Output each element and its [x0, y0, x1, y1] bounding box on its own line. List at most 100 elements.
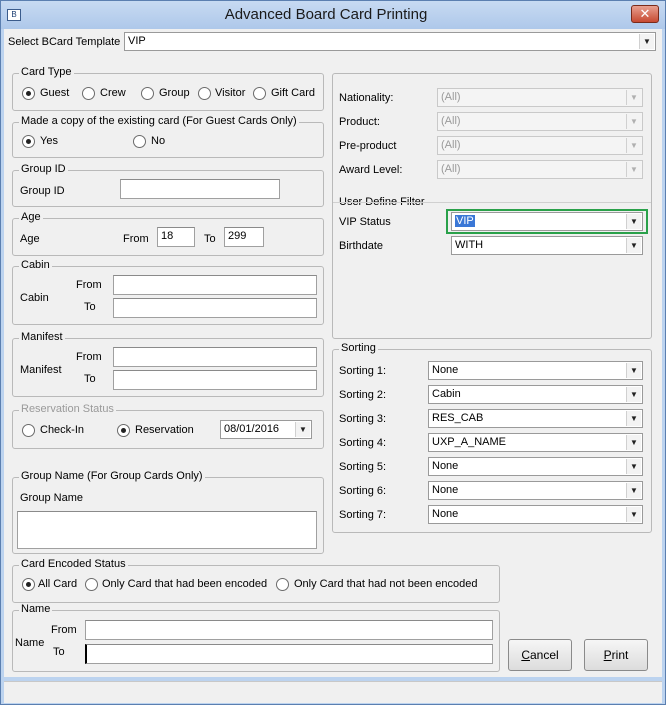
radio-visitor[interactable] — [198, 87, 211, 100]
chevron-down-icon[interactable]: ▼ — [626, 138, 641, 153]
sorting-3-label: Sorting 3: — [339, 413, 387, 425]
pre-product-value: (All) — [441, 139, 461, 151]
product-select[interactable]: (All) ▼ — [437, 112, 643, 131]
reservation-status-title: Reservation Status — [19, 403, 116, 415]
cancel-button[interactable]: Cancel — [508, 639, 572, 671]
manifest-from-input[interactable] — [113, 347, 317, 367]
chevron-down-icon[interactable]: ▼ — [626, 507, 641, 522]
radio-encoded[interactable] — [85, 578, 98, 591]
name-from-input[interactable] — [85, 620, 493, 640]
group-name-input[interactable] — [17, 511, 317, 549]
reservation-date-value: 08/01/2016 — [224, 423, 280, 435]
cabin-to-input[interactable] — [113, 298, 317, 318]
close-button[interactable]: ✕ — [631, 5, 659, 23]
name-label: Name — [15, 637, 45, 649]
sorting-7-label: Sorting 7: — [339, 509, 387, 521]
cabin-to-label: To — [84, 301, 96, 313]
chevron-down-icon[interactable]: ▼ — [626, 459, 641, 474]
title-bar[interactable]: B Advanced Board Card Printing ✕ — [1, 1, 665, 29]
chevron-down-icon[interactable]: ▼ — [626, 90, 641, 105]
radio-all-card[interactable] — [22, 578, 35, 591]
sorting-2-value: Cabin — [432, 388, 461, 400]
chevron-down-icon[interactable]: ▼ — [626, 114, 641, 129]
sorting-2-select[interactable]: Cabin ▼ — [428, 385, 643, 404]
reservation-date-picker[interactable]: 08/01/2016 ▼ — [220, 420, 312, 439]
sorting-5-value: None — [432, 460, 459, 472]
radio-visitor-label: Visitor — [215, 87, 246, 99]
encoded-status-group: Card Encoded Status All Card Only Card t… — [12, 558, 500, 603]
birthdate-label: Birthdate — [339, 240, 384, 252]
age-from-label: From — [123, 233, 149, 245]
print-button[interactable]: Print — [584, 639, 648, 671]
cabin-from-label: From — [76, 279, 102, 291]
radio-group-label: Group — [159, 87, 190, 99]
chevron-down-icon[interactable]: ▼ — [639, 34, 654, 49]
age-group: Age Age From 18 To 299 — [12, 211, 324, 256]
user-define-divider — [333, 202, 651, 203]
sorting-5-select[interactable]: None ▼ — [428, 457, 643, 476]
sorting-3-select[interactable]: RES_CAB ▼ — [428, 409, 643, 428]
sorting-2-label: Sorting 2: — [339, 389, 387, 401]
radio-not-encoded-label: Only Card that had not been encoded — [294, 578, 478, 590]
encoded-status-title: Card Encoded Status — [19, 558, 128, 570]
radio-encoded-label: Only Card that had been encoded — [102, 578, 268, 590]
birthdate-select[interactable]: WITH ▼ — [451, 236, 643, 255]
group-name-label: Group Name — [20, 492, 83, 504]
template-select[interactable]: VIP ▼ — [124, 32, 656, 51]
chevron-down-icon[interactable]: ▼ — [626, 238, 641, 253]
manifest-group: Manifest Manifest From To — [12, 331, 324, 397]
award-level-value: (All) — [441, 163, 461, 175]
sorting-7-select[interactable]: None ▼ — [428, 505, 643, 524]
chevron-down-icon[interactable]: ▼ — [626, 214, 641, 229]
chevron-down-icon[interactable]: ▼ — [626, 387, 641, 402]
radio-group[interactable] — [141, 87, 154, 100]
manifest-to-input[interactable] — [113, 370, 317, 390]
radio-not-encoded[interactable] — [276, 578, 289, 591]
radio-crew-label: Crew — [100, 87, 126, 99]
nationality-select[interactable]: (All) ▼ — [437, 88, 643, 107]
chevron-down-icon[interactable]: ▼ — [626, 411, 641, 426]
age-from-input[interactable]: 18 — [157, 227, 195, 247]
template-value: VIP — [128, 35, 146, 47]
product-label: Product: — [339, 116, 380, 128]
nationality-label: Nationality: — [339, 92, 394, 104]
pre-product-label: Pre-product — [339, 140, 397, 152]
chevron-down-icon[interactable]: ▼ — [626, 483, 641, 498]
sorting-1-select[interactable]: None ▼ — [428, 361, 643, 380]
name-group: Name Name From To — [12, 603, 500, 672]
radio-copy-no[interactable] — [133, 135, 146, 148]
age-title: Age — [19, 211, 43, 223]
sorting-6-value: None — [432, 484, 459, 496]
age-to-input[interactable]: 299 — [224, 227, 264, 247]
dialog-body: Select BCard Template VIP ▼ Card Type Gu… — [4, 29, 662, 677]
copy-card-group: Made a copy of the existing card (For Gu… — [12, 115, 324, 158]
cabin-group: Cabin Cabin From To — [12, 259, 324, 325]
radio-check-in[interactable] — [22, 424, 35, 437]
radio-all-card-label: All Card — [38, 578, 78, 590]
chevron-down-icon[interactable]: ▼ — [626, 363, 641, 378]
window-title: Advanced Board Card Printing — [224, 6, 428, 23]
sorting-4-select[interactable]: UXP_A_NAME ▼ — [428, 433, 643, 452]
cabin-title: Cabin — [19, 259, 52, 271]
card-type-group: Card Type Guest Crew Group Visitor Gift … — [12, 66, 324, 111]
radio-copy-yes[interactable] — [22, 135, 35, 148]
radio-reservation[interactable] — [117, 424, 130, 437]
sorting-title: Sorting — [339, 342, 378, 354]
radio-gift-card[interactable] — [253, 87, 266, 100]
vip-status-select[interactable]: VIP ▼ — [451, 212, 643, 231]
award-level-select[interactable]: (All) ▼ — [437, 160, 643, 179]
age-label: Age — [20, 233, 40, 245]
sorting-6-select[interactable]: None ▼ — [428, 481, 643, 500]
radio-crew[interactable] — [82, 87, 95, 100]
cabin-from-input[interactable] — [113, 275, 317, 295]
dialog-window: B Advanced Board Card Printing ✕ Select … — [0, 0, 666, 705]
manifest-title: Manifest — [19, 331, 65, 343]
pre-product-select[interactable]: (All) ▼ — [437, 136, 643, 155]
chevron-down-icon[interactable]: ▼ — [295, 422, 310, 437]
chevron-down-icon[interactable]: ▼ — [626, 435, 641, 450]
chevron-down-icon[interactable]: ▼ — [626, 162, 641, 177]
manifest-label: Manifest — [20, 364, 62, 376]
radio-guest[interactable] — [22, 87, 35, 100]
group-id-input[interactable] — [120, 179, 280, 199]
name-to-input[interactable] — [85, 644, 493, 664]
